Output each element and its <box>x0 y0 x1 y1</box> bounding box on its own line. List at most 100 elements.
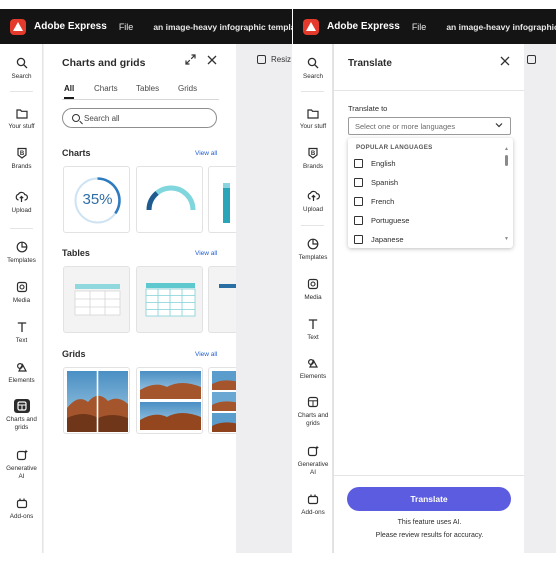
close-icon[interactable] <box>207 54 217 68</box>
rail-label: Text <box>15 337 28 344</box>
file-menu[interactable]: File <box>119 22 134 32</box>
dropdown-heading: POPULAR LANGUAGES <box>356 144 433 151</box>
svg-text:B: B <box>19 151 24 157</box>
language-option-japanese[interactable]: Japanese <box>353 232 501 247</box>
grid-thumb-3[interactable] <box>208 367 238 434</box>
canvas-area <box>524 44 556 553</box>
rail-label: Brands <box>11 163 32 170</box>
rail-item-charts-and-grids[interactable]: Charts and grids <box>0 399 43 432</box>
media-icon <box>305 277 321 291</box>
rail-item-upload[interactable]: Upload <box>293 189 333 214</box>
chart-percent-value: 35% <box>82 191 113 208</box>
chevron-down-icon <box>495 121 503 130</box>
accuracy-notice: Please review results for accuracy. <box>375 532 484 539</box>
scroll-down-icon[interactable]: ▼ <box>504 236 509 242</box>
checkbox[interactable] <box>354 235 363 244</box>
tables-section-title: Tables <box>62 248 90 258</box>
table-thumb-1[interactable] <box>63 266 130 333</box>
rail-item-search[interactable]: Search <box>293 56 333 81</box>
search-placeholder: Search all <box>84 113 120 123</box>
translate-button[interactable]: Translate <box>347 487 511 511</box>
checkbox[interactable] <box>354 216 363 225</box>
generative-ai-icon <box>305 444 321 458</box>
tab-all[interactable]: All <box>64 84 75 99</box>
table-thumb-3[interactable] <box>208 266 238 333</box>
scroll-up-icon[interactable]: ▲ <box>504 146 509 152</box>
rail-item-text[interactable]: Text <box>293 317 333 342</box>
chart-thumb-bar[interactable] <box>208 166 238 233</box>
rail-item-media[interactable]: Media <box>293 277 333 302</box>
scroll-thumb[interactable] <box>505 155 508 166</box>
checkbox[interactable] <box>354 178 363 187</box>
checkbox[interactable] <box>354 197 363 206</box>
document-title[interactable]: an image-heavy infographic template wi <box>153 22 292 32</box>
chart-thumb-gauge[interactable] <box>136 166 203 233</box>
tab-charts[interactable]: Charts <box>94 84 118 93</box>
file-menu[interactable]: File <box>412 22 427 32</box>
left-rail: Search Your stuff B Brands Upload Templa… <box>0 44 43 553</box>
chart-thumb-donut[interactable]: 35% <box>63 166 130 233</box>
rail-item-add-ons[interactable]: Add-ons <box>293 492 333 517</box>
rail-item-generative-ai[interactable]: Generative AI <box>293 444 333 477</box>
resize-label: Resiz <box>271 55 292 64</box>
checkbox[interactable] <box>354 159 363 168</box>
search-input[interactable]: Search all <box>62 108 217 128</box>
language-option-spanish[interactable]: Spanish <box>353 175 501 190</box>
bar-chart-cap <box>223 183 230 188</box>
rail-item-text[interactable]: Text <box>0 320 43 345</box>
language-option-english[interactable]: English <box>353 156 501 171</box>
app-name: Adobe Express <box>327 21 400 32</box>
table-graphic <box>74 284 121 316</box>
resize-icon[interactable] <box>527 55 536 64</box>
tab-tables[interactable]: Tables <box>136 84 159 93</box>
rail-item-media[interactable]: Media <box>0 280 43 305</box>
rail-item-add-ons[interactable]: Add-ons <box>0 496 43 521</box>
rail-item-templates[interactable]: Templates <box>0 240 43 265</box>
rail-item-your-stuff[interactable]: Your stuff <box>0 106 43 131</box>
search-icon <box>14 56 30 70</box>
rail-label: Search <box>11 73 32 80</box>
templates-icon <box>305 237 321 251</box>
charts-view-all-link[interactable]: View all <box>195 150 217 157</box>
rail-item-search[interactable]: Search <box>0 56 43 81</box>
rail-item-brands[interactable]: B Brands <box>0 146 43 171</box>
text-icon <box>305 317 321 331</box>
rail-item-elements[interactable]: Elements <box>0 360 43 385</box>
rail-item-templates[interactable]: Templates <box>293 237 333 262</box>
charts-section-title: Charts <box>62 148 91 158</box>
language-label: French <box>371 197 395 206</box>
language-label: Japanese <box>371 235 404 244</box>
rail-item-upload[interactable]: Upload <box>0 190 43 215</box>
adobe-express-logo-icon[interactable] <box>10 18 26 35</box>
language-option-portuguese[interactable]: Portuguese <box>353 213 501 228</box>
rail-item-brands[interactable]: B Brands <box>293 146 333 171</box>
panel-divider <box>334 90 525 91</box>
adobe-express-logo-icon[interactable] <box>303 18 319 35</box>
language-select[interactable]: Select one or more languages <box>348 117 511 135</box>
document-title[interactable]: an image-heavy infographic template <box>446 22 556 32</box>
rail-divider <box>10 228 33 229</box>
expand-icon[interactable] <box>185 54 196 68</box>
rail-label: Text <box>307 334 319 341</box>
tables-view-all-link[interactable]: View all <box>195 250 217 257</box>
close-icon[interactable] <box>500 55 510 69</box>
table-thumb-2[interactable] <box>136 266 203 333</box>
rail-label: Templates <box>298 254 328 261</box>
rail-item-your-stuff[interactable]: Your stuff <box>293 106 333 131</box>
charts-window: Adobe Express File an image-heavy infogr… <box>0 9 292 553</box>
tab-grids[interactable]: Grids <box>178 84 197 93</box>
grid-thumb-two-column[interactable] <box>63 367 130 434</box>
rail-item-elements[interactable]: Elements <box>293 356 333 381</box>
panel-title: Translate <box>348 58 392 69</box>
rail-item-generative-ai[interactable]: Generative AI <box>0 448 43 481</box>
language-option-french[interactable]: French <box>353 194 501 209</box>
grids-section-title: Grids <box>62 349 86 359</box>
rail-item-charts-and-grids[interactable]: Charts and grids <box>293 395 333 428</box>
resize-button[interactable]: Resiz <box>257 55 291 64</box>
grids-view-all-link[interactable]: View all <box>195 351 217 358</box>
grid-thumb-two-row[interactable] <box>136 367 203 434</box>
rail-label: Media <box>304 294 322 301</box>
app-name: Adobe Express <box>34 21 107 32</box>
brand-icon: B <box>305 146 321 160</box>
dropdown-scrollbar[interactable]: ▲ ▼ <box>504 146 509 242</box>
